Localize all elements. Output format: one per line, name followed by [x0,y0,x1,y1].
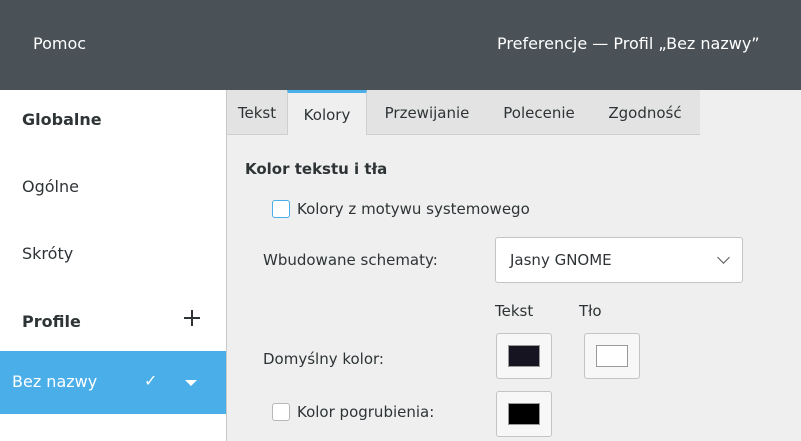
builtin-schemes-label: Wbudowane schematy: [263,251,438,269]
section-title: Kolor tekstu i tła [245,160,388,178]
sidebar-item-general[interactable]: Ogólne [22,177,79,196]
tab-colors[interactable]: Kolory [287,90,367,135]
column-text-label: Tekst [495,302,534,320]
builtin-schemes-value: Jasny GNOME [510,251,612,269]
tab-text[interactable]: Tekst [227,90,287,134]
bold-color-label[interactable]: Kolor pogrubienia: [297,403,434,421]
sidebar-item-shortcuts[interactable]: Skróty [22,244,73,263]
chevron-down-icon [717,251,730,264]
text-color-swatch [508,345,540,367]
system-theme-label[interactable]: Kolory z motywu systemowego [297,200,530,218]
default-color-label: Domyślny kolor: [263,350,384,368]
default-background-color-button[interactable] [584,333,640,379]
sidebar-item-profile-default[interactable]: Bez nazwy ✓ [0,351,226,414]
tab-command[interactable]: Polecenie [487,90,591,134]
column-background-label: Tło [579,302,602,320]
arrow-down-icon[interactable] [185,380,197,386]
system-theme-checkbox[interactable] [272,200,290,218]
default-text-color-button[interactable] [496,333,552,379]
bold-color-swatch [508,403,540,425]
tab-bar: Tekst Kolory Przewijanie Polecenie Zgodn… [227,90,801,136]
tab-scrolling[interactable]: Przewijanie [367,90,487,134]
bold-color-button[interactable] [496,391,552,437]
tab-compatibility[interactable]: Zgodność [591,90,699,134]
header-bar: Pomoc Preferencje — Profil „Bez nazwy” [0,0,801,90]
background-color-swatch [596,345,628,367]
add-profile-icon[interactable] [184,310,200,326]
help-menu[interactable]: Pomoc [33,34,86,53]
checkmark-icon: ✓ [144,371,158,390]
bold-color-checkbox[interactable] [272,403,290,421]
sidebar-header-profiles: Profile [22,312,81,331]
profile-preferences-panel: Tekst Kolory Przewijanie Polecenie Zgodn… [227,90,801,441]
window-title: Preferencje — Profil „Bez nazwy” [497,34,760,53]
builtin-schemes-dropdown[interactable]: Jasny GNOME [495,237,743,283]
profile-name: Bez nazwy [12,372,98,391]
sidebar: Globalne Ogólne Skróty Profile Bez nazwy… [0,90,227,441]
sidebar-header-global: Globalne [22,110,102,129]
